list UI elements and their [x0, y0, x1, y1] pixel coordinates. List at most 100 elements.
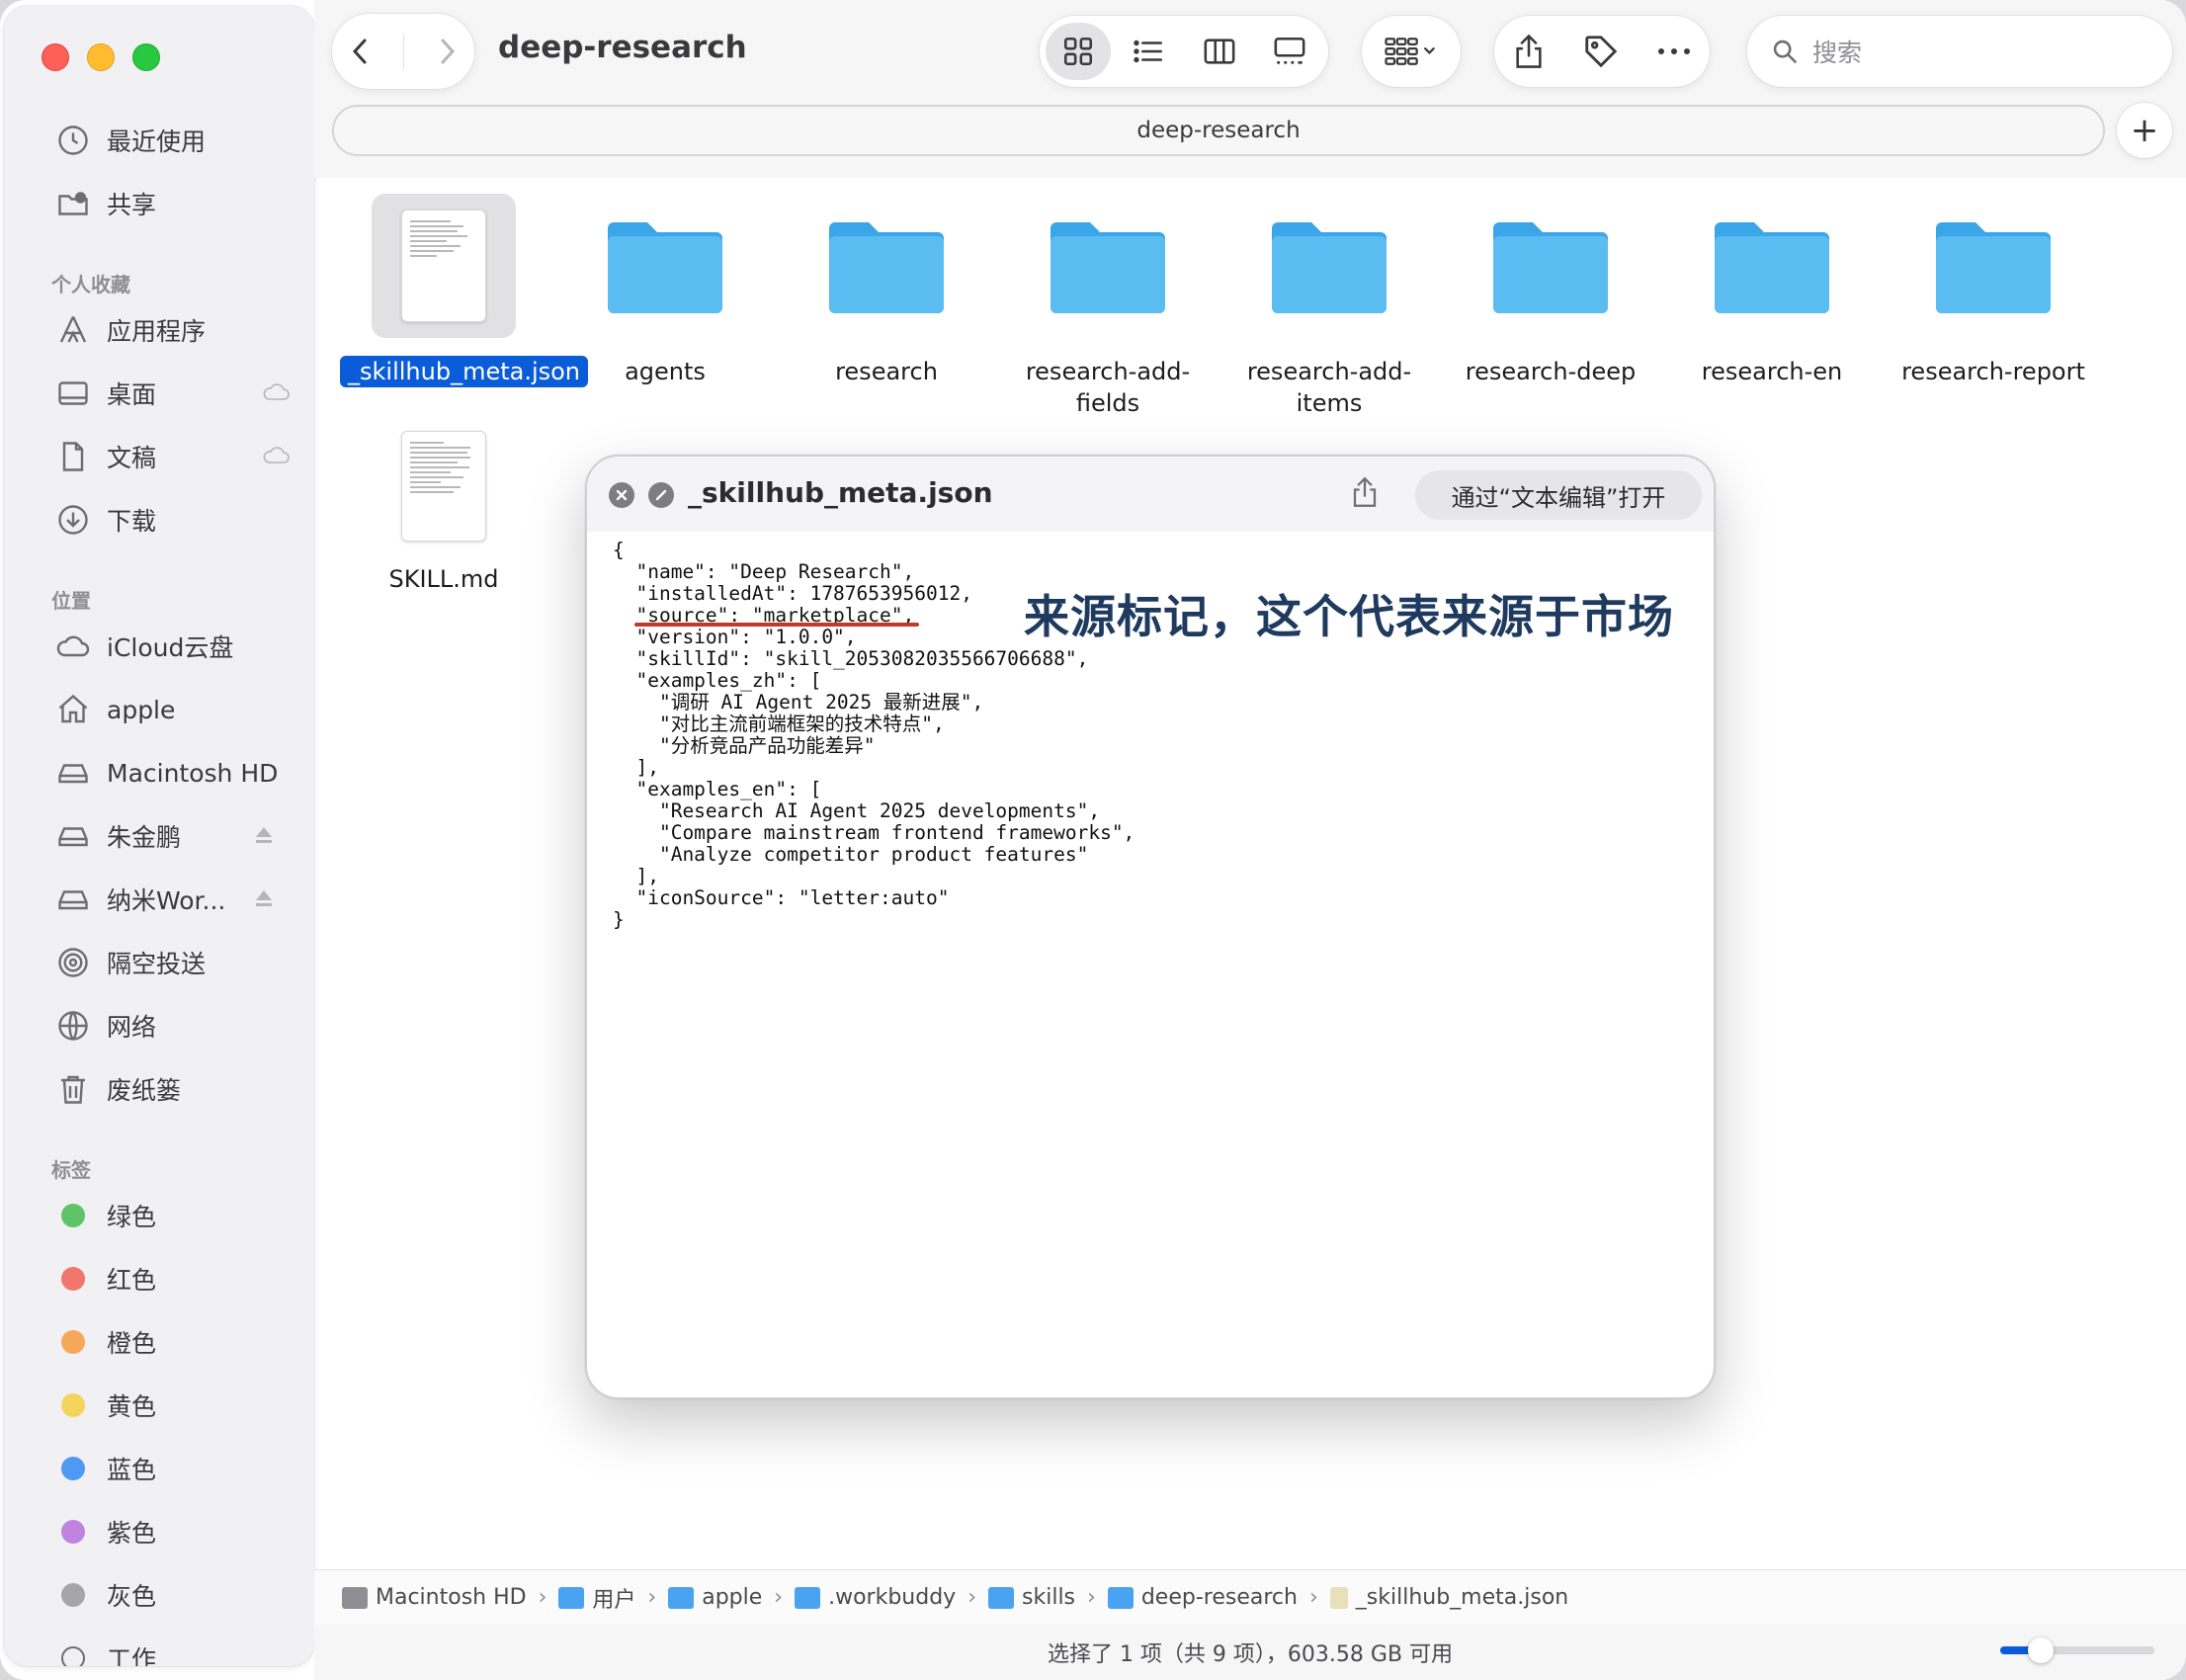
sidebar-item-icloud[interactable]: iCloud云盘 — [53, 623, 291, 670]
search-placeholder: 搜索 — [1812, 39, 1863, 67]
sidebar-item-airdrop[interactable]: 隔空投送 — [53, 939, 291, 986]
new-tab-button[interactable]: + — [2117, 103, 2172, 158]
sidebar-tag-green[interactable]: 绿色 — [53, 1192, 291, 1239]
sidebar-tag-orange[interactable]: 橙色 — [53, 1318, 291, 1366]
sidebar-item-drive-1[interactable]: 朱金鹏 — [53, 812, 291, 860]
clock-icon — [53, 121, 93, 160]
fullscreen-icon[interactable] — [648, 482, 674, 508]
path-item[interactable]: Macintosh HD › — [342, 1585, 558, 1610]
tab-deep-research[interactable]: deep-research — [332, 105, 2105, 156]
folder-icon — [558, 1586, 585, 1609]
folder-item-research[interactable]: research — [783, 194, 990, 387]
code-line: "skillId": "skill_2053082035566706688", — [613, 647, 1089, 670]
code-line: { — [613, 539, 625, 561]
sidebar-tag-work[interactable]: 工作 — [53, 1635, 291, 1666]
path-label: apple — [702, 1585, 763, 1610]
sidebar-item-label: 文稿 — [107, 444, 157, 472]
path-item[interactable]: .workbuddy › — [795, 1585, 988, 1610]
sidebar-tag-gray[interactable]: 灰色 — [53, 1571, 291, 1619]
search-icon — [1773, 40, 1797, 63]
sidebar-item-network[interactable]: 网络 — [53, 1002, 291, 1050]
share-icon[interactable] — [1350, 474, 1380, 514]
file-item-skill-md[interactable]: SKILL.md — [340, 427, 547, 595]
tag-button[interactable] — [1582, 33, 1620, 70]
sidebar-item-downloads[interactable]: 下载 — [53, 496, 291, 544]
sidebar-item-label: 桌面 — [107, 380, 157, 409]
sidebar-item-applications[interactable]: 应用程序 — [53, 306, 291, 354]
folder-item-research-deep[interactable]: research-deep — [1447, 194, 1654, 387]
file-name: research-report — [1901, 358, 2085, 385]
path-item[interactable]: skills › — [988, 1585, 1108, 1610]
code-line: "对比主流前端框架的技术特点", — [613, 713, 945, 735]
sidebar-item-label: 废纸篓 — [107, 1076, 182, 1105]
path-item[interactable]: deep-research › — [1107, 1585, 1330, 1610]
share-button[interactable] — [1512, 33, 1546, 70]
sidebar-item-drive-2[interactable]: 纳米Wor... — [53, 876, 291, 923]
sidebar-item-macintosh-hd[interactable]: Macintosh HD — [53, 749, 291, 797]
folder-item-research-report[interactable]: research-report — [1890, 194, 2097, 387]
trash-icon — [53, 1069, 93, 1109]
file-name: research-en — [1701, 358, 1843, 385]
tab-label: deep-research — [1136, 118, 1301, 143]
disk-icon — [53, 816, 93, 856]
open-with-textedit-button[interactable]: 通过“文本编辑”打开 — [1415, 470, 1702, 520]
sidebar-item-label: 网络 — [107, 1013, 157, 1042]
minimize-window-button[interactable] — [87, 43, 115, 71]
zoom-window-button[interactable] — [132, 43, 160, 71]
folder-item-agents[interactable]: agents — [561, 194, 769, 387]
document-icon — [53, 437, 93, 476]
sidebar-tag-purple[interactable]: 紫色 — [53, 1508, 291, 1555]
sidebar-item-label: 应用程序 — [107, 317, 207, 346]
open-with-label: 通过“文本编辑”打开 — [1451, 483, 1666, 512]
file-name: research-deep — [1465, 358, 1637, 385]
folder-item-research-en[interactable]: research-en — [1668, 194, 1876, 387]
gallery-view-button[interactable] — [1258, 23, 1323, 80]
tag-color-dot — [53, 1386, 93, 1425]
sidebar-item-label: apple — [107, 695, 176, 724]
eject-icon[interactable] — [253, 824, 275, 846]
sidebar-tag-yellow[interactable]: 黄色 — [53, 1382, 291, 1429]
sidebar-item-label: 绿色 — [107, 1203, 157, 1231]
sidebar-tag-red[interactable]: 红色 — [53, 1255, 291, 1302]
file-item-skillhub-meta[interactable]: _skillhub_meta.json — [340, 194, 589, 387]
code-line: "examples_en": [ — [613, 778, 822, 800]
more-icon[interactable] — [1656, 46, 1692, 56]
sidebar-item-recents[interactable]: 最近使用 — [53, 117, 291, 164]
eject-icon[interactable] — [253, 887, 275, 909]
home-icon — [53, 690, 93, 729]
sidebar-item-trash[interactable]: 废纸篓 — [53, 1065, 291, 1113]
slider-knob[interactable] — [2028, 1638, 2054, 1663]
cloud-icon — [53, 627, 93, 666]
close-icon[interactable] — [609, 482, 634, 508]
icon-size-slider[interactable] — [2000, 1638, 2154, 1663]
json-file-icon — [1329, 1586, 1348, 1609]
sidebar-item-desktop[interactable]: 桌面 — [53, 370, 291, 417]
close-window-button[interactable] — [42, 43, 69, 71]
code-line: "name": "Deep Research", — [613, 560, 915, 583]
forward-button[interactable] — [433, 35, 461, 68]
column-view-button[interactable] — [1187, 23, 1252, 80]
sidebar-item-label: 灰色 — [107, 1582, 157, 1611]
sidebar-item-documents[interactable]: 文稿 — [53, 433, 291, 480]
cloud-icon — [263, 383, 290, 400]
code-line: "Analyze competitor product features" — [613, 843, 1089, 866]
sidebar-item-label: 黄色 — [107, 1392, 157, 1421]
path-item[interactable]: apple › — [668, 1585, 795, 1610]
window-title: deep-research — [498, 30, 747, 65]
sidebar-tag-blue[interactable]: 蓝色 — [53, 1445, 291, 1492]
group-by-button[interactable] — [1362, 16, 1461, 87]
path-item[interactable]: 用户 › — [558, 1582, 668, 1614]
tag-color-dot — [53, 1512, 93, 1552]
folder-item-research-add-items[interactable]: research-add-items — [1225, 194, 1433, 419]
desktop-icon — [53, 374, 93, 413]
list-view-button[interactable] — [1117, 23, 1182, 80]
sidebar-item-shared[interactable]: 共享 — [53, 180, 291, 227]
sidebar-item-home[interactable]: apple — [53, 686, 291, 733]
disk-icon — [53, 880, 93, 919]
folder-item-research-add-fields[interactable]: research-add-fields — [1004, 194, 1212, 419]
path-item[interactable]: _skillhub_meta.json — [1329, 1585, 1568, 1610]
back-button[interactable] — [347, 35, 375, 68]
search-field[interactable]: 搜索 — [1747, 16, 2172, 87]
sidebar-item-label: iCloud云盘 — [107, 633, 234, 662]
icon-view-button[interactable] — [1046, 23, 1111, 80]
